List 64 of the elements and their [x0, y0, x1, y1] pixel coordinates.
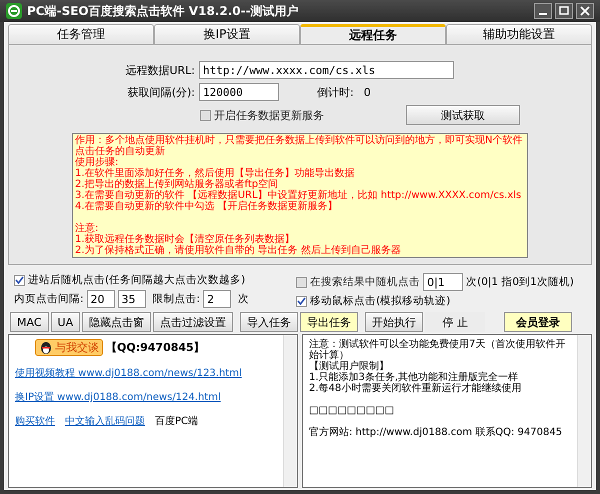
toolbar-button[interactable]: 开始执行: [365, 312, 424, 332]
link[interactable]: 换IP设置 www.dj0188.com/news/124.html: [15, 390, 221, 404]
note-text: 1.获取远程任务数据时会【清空原任务列表数据】: [75, 234, 295, 245]
limit-field[interactable]: 2: [203, 290, 232, 308]
checkbox-label: 移动鼠标点击(模拟移动轨迹): [310, 294, 450, 308]
countdown-label: 倒计时:: [317, 84, 354, 100]
notice-text: □□□□□□□□□: [309, 405, 394, 416]
notice-text: 1.只能添加3条任务,其他功能和注册版完全一样: [309, 372, 518, 383]
tab[interactable]: 远程任务: [300, 24, 446, 44]
unit-label: 次: [238, 292, 250, 306]
url-field[interactable]: http://www.xxxx.com/cs.xls: [199, 61, 454, 79]
interval-label: 获取间隔(分):: [126, 84, 196, 100]
note-text: 2.为了保持格式正确，请使用软件自带的 导出任务 然后上传到自己服务器: [75, 245, 401, 256]
checkbox-label: 在搜索结果中随机点击: [310, 275, 420, 289]
link[interactable]: 使用视频教程 www.dj0188.com/news/123.html: [15, 366, 242, 380]
checkbox[interactable]: [296, 296, 308, 306]
pane-text: 百度PC端: [155, 414, 198, 428]
note-text: 作用：多个地点使用软件挂机时，只需要把任务数据上传到软件可以访问到的地方，即可实现N个软件点击任务的自动更新: [75, 135, 522, 157]
penguin-icon: [39, 340, 53, 354]
count-hint: 次(0|1 指0到1次随机): [466, 275, 574, 289]
note-text: 使用步骤:: [75, 157, 118, 168]
test-fetch-button[interactable]: 测试获取: [406, 105, 520, 125]
qq-number: 【QQ:9470845】: [106, 340, 205, 355]
max-field[interactable]: 35: [118, 290, 146, 308]
checkbox[interactable]: [200, 110, 211, 120]
notice-text: 【测试用户限制】: [309, 361, 389, 372]
interval-field[interactable]: 120000: [199, 83, 279, 101]
toolbar-button[interactable]: 点击过滤设置: [153, 312, 234, 332]
tab[interactable]: 辅助功能设置: [446, 24, 592, 44]
url-label: 远程数据URL:: [124, 62, 196, 78]
app-icon: [6, 3, 22, 19]
scrollbar[interactable]: [577, 335, 591, 487]
scrollbar[interactable]: [283, 335, 297, 487]
toolbar-button[interactable]: UA: [50, 312, 80, 332]
link[interactable]: 购买软件: [15, 414, 55, 428]
note-text: 2.把导出的数据上传到网站服务器或者ftp空间: [75, 179, 278, 190]
maximize-icon[interactable]: [555, 3, 573, 19]
checkbox-label: 进站后随机点击(任务间隔越大点击次数越多): [28, 273, 246, 287]
checkbox[interactable]: [14, 274, 25, 286]
limit-label: 限制点击:: [152, 292, 200, 306]
note-text: 3.在需要自动更新的软件 【远程数据URL】中设置好更新地址，比如 http://www.XXXX.com/cs.xls: [75, 190, 522, 201]
note-text: 注意:: [75, 223, 98, 234]
minimize-icon[interactable]: [534, 3, 552, 19]
tab[interactable]: 换IP设置: [154, 24, 300, 44]
notice-text: 官方网站: http://www.dj0188.com 联系QQ: 9470845: [309, 427, 562, 438]
tab[interactable]: 任务管理: [8, 24, 154, 44]
notice-text: 注意：测试软件可以全功能免费使用7天（首次使用软件开始计算）: [309, 339, 566, 361]
toolbar-button[interactable]: 会员登录: [504, 312, 572, 332]
link[interactable]: 中文输入乱码问题: [65, 414, 145, 428]
checkbox-label: 开启任务数据更新服务: [214, 108, 324, 122]
count-field[interactable]: 0|1: [423, 273, 464, 291]
toolbar-button[interactable]: 导出任务: [300, 312, 358, 332]
toolbar-button[interactable]: MAC: [10, 312, 49, 332]
toolbar-button[interactable]: 隐藏点击窗: [82, 312, 152, 332]
toolbar-button[interactable]: 导入任务: [240, 312, 298, 332]
checkbox[interactable]: [296, 276, 308, 288]
window-title: PC端-SEO百度搜索点击软件 V18.2.0--测试用户: [27, 2, 299, 20]
note-text: 4.在需要自动更新的软件中勾选 【开启任务数据更新服务】: [75, 201, 338, 212]
note-text: 1.在软件里面添加好任务，然后使用【导出任务】功能导出数据: [75, 168, 355, 179]
notice-text: 2.每48小时需要关闭软件重新运行才能继续使用: [309, 383, 522, 394]
min-field[interactable]: 20: [86, 290, 115, 308]
close-icon[interactable]: [576, 3, 594, 19]
countdown-value: 0: [364, 86, 371, 98]
inner-interval-label: 内页点击间隔:: [14, 292, 84, 306]
